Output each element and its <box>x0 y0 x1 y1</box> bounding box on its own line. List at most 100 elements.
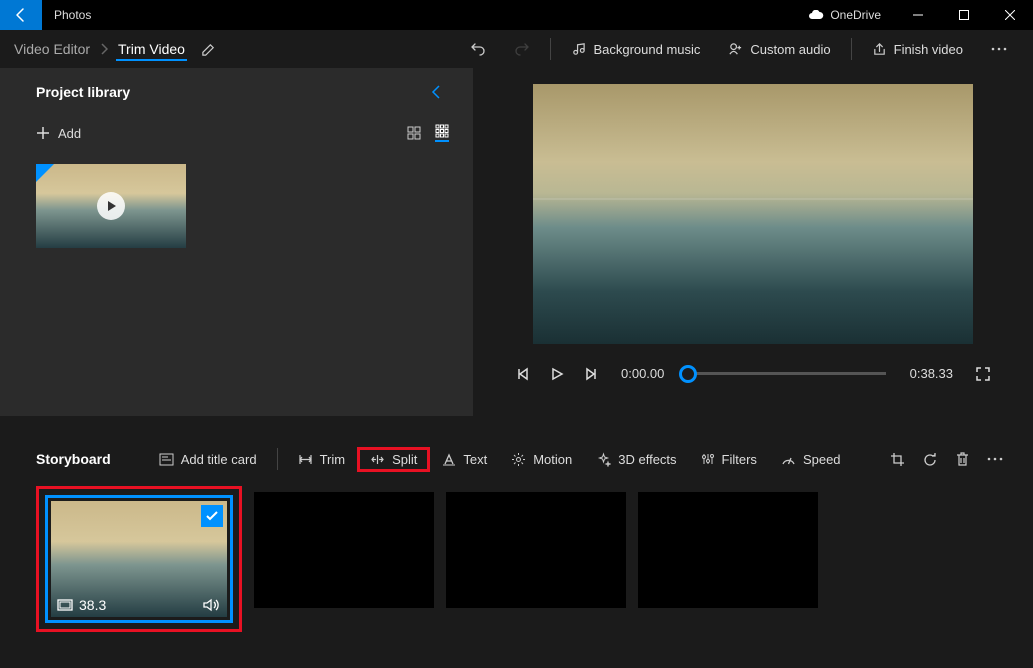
play-overlay <box>97 192 125 220</box>
motion-button[interactable]: Motion <box>499 447 584 472</box>
step-forward-icon <box>584 367 598 381</box>
used-indicator-icon <box>36 164 54 182</box>
back-button[interactable] <box>0 0 42 30</box>
view-large-button[interactable] <box>407 126 421 140</box>
background-music-label: Background music <box>593 42 700 57</box>
text-label: Text <box>463 452 487 467</box>
minimize-button[interactable] <box>895 0 941 30</box>
add-title-card-button[interactable]: Add title card <box>147 447 269 472</box>
crop-button[interactable] <box>890 452 905 467</box>
mic-icon <box>728 42 743 57</box>
more-button[interactable] <box>977 41 1021 57</box>
storyboard-empty-slot[interactable] <box>446 492 626 608</box>
split-label: Split <box>392 452 417 467</box>
trim-icon <box>298 453 313 466</box>
text-icon <box>442 453 456 466</box>
seek-handle[interactable] <box>679 365 697 383</box>
library-title: Project library <box>36 84 130 100</box>
finish-video-label: Finish video <box>894 42 963 57</box>
trim-label: Trim <box>320 452 346 467</box>
redo-icon <box>514 41 530 57</box>
play-button[interactable] <box>547 367 567 381</box>
fullscreen-icon <box>976 367 990 381</box>
clip-duration: 38.3 <box>79 597 106 613</box>
breadcrumb-current[interactable]: Trim Video <box>116 37 187 61</box>
separator <box>277 448 278 470</box>
delete-button[interactable] <box>956 452 969 467</box>
rotate-icon <box>923 452 938 467</box>
minimize-icon <box>913 10 923 20</box>
split-icon <box>370 453 385 466</box>
prev-frame-button[interactable] <box>513 367 533 381</box>
finish-video-button[interactable]: Finish video <box>858 36 977 63</box>
play-icon <box>107 200 117 212</box>
plus-icon <box>36 126 50 140</box>
current-time: 0:00.00 <box>615 366 670 381</box>
storyboard-empty-slot[interactable] <box>254 492 434 608</box>
export-icon <box>872 42 887 57</box>
selected-check <box>201 505 223 527</box>
3d-effects-button[interactable]: 3D effects <box>584 447 688 472</box>
project-library-panel: Project library Add <box>0 68 473 416</box>
trash-icon <box>956 452 969 467</box>
split-button[interactable]: Split <box>357 447 430 472</box>
add-title-card-label: Add title card <box>181 452 257 467</box>
3d-effects-label: 3D effects <box>618 452 676 467</box>
text-button[interactable]: Text <box>430 447 499 472</box>
close-button[interactable] <box>987 0 1033 30</box>
sparkle-icon <box>596 452 611 467</box>
app-title: Photos <box>42 8 103 22</box>
separator <box>851 38 852 60</box>
next-frame-button[interactable] <box>581 367 601 381</box>
onedrive-status[interactable]: OneDrive <box>794 8 895 22</box>
trim-button[interactable]: Trim <box>286 447 358 472</box>
video-preview[interactable] <box>533 84 973 344</box>
background-music-button[interactable]: Background music <box>557 36 714 63</box>
redo-button <box>500 35 544 63</box>
add-label: Add <box>58 126 81 141</box>
total-time: 0:38.33 <box>904 366 959 381</box>
seek-bar[interactable] <box>688 372 885 375</box>
play-icon <box>550 367 564 381</box>
music-icon <box>571 42 586 57</box>
storyboard-title: Storyboard <box>36 451 111 467</box>
filters-button[interactable]: Filters <box>689 447 769 472</box>
preview-panel: 0:00.00 0:38.33 <box>473 68 1033 416</box>
chevron-right-icon <box>92 43 116 55</box>
filters-icon <box>701 452 715 466</box>
grid-large-icon <box>407 126 421 140</box>
grid-small-icon <box>435 124 449 138</box>
separator <box>550 38 551 60</box>
step-back-icon <box>516 367 530 381</box>
title-card-icon <box>159 453 174 466</box>
storyboard-empty-slot[interactable] <box>638 492 818 608</box>
check-icon <box>205 509 219 523</box>
custom-audio-button[interactable]: Custom audio <box>714 36 844 63</box>
maximize-button[interactable] <box>941 0 987 30</box>
collapse-library-button[interactable] <box>431 85 453 99</box>
storyboard-more-button[interactable] <box>987 457 1003 461</box>
maximize-icon <box>959 10 969 20</box>
duration-icon <box>57 599 73 611</box>
close-icon <box>1005 10 1015 20</box>
library-clip[interactable] <box>36 164 186 248</box>
fullscreen-button[interactable] <box>973 367 993 381</box>
speed-icon <box>781 453 796 466</box>
filters-label: Filters <box>722 452 757 467</box>
storyboard-clip-selected[interactable]: 38.3 <box>36 486 242 632</box>
chevron-left-icon <box>431 85 441 99</box>
rename-button[interactable] <box>201 42 216 57</box>
view-small-button[interactable] <box>435 124 449 142</box>
crop-icon <box>890 452 905 467</box>
speed-label: Speed <box>803 452 841 467</box>
add-media-button[interactable]: Add <box>36 126 81 141</box>
undo-icon <box>470 41 486 57</box>
breadcrumb-root[interactable]: Video Editor <box>12 37 92 61</box>
speed-button[interactable]: Speed <box>769 447 853 472</box>
ellipsis-icon <box>991 47 1007 51</box>
motion-icon <box>511 452 526 467</box>
undo-button[interactable] <box>456 35 500 63</box>
ellipsis-icon <box>987 457 1003 461</box>
motion-label: Motion <box>533 452 572 467</box>
rotate-button[interactable] <box>923 452 938 467</box>
